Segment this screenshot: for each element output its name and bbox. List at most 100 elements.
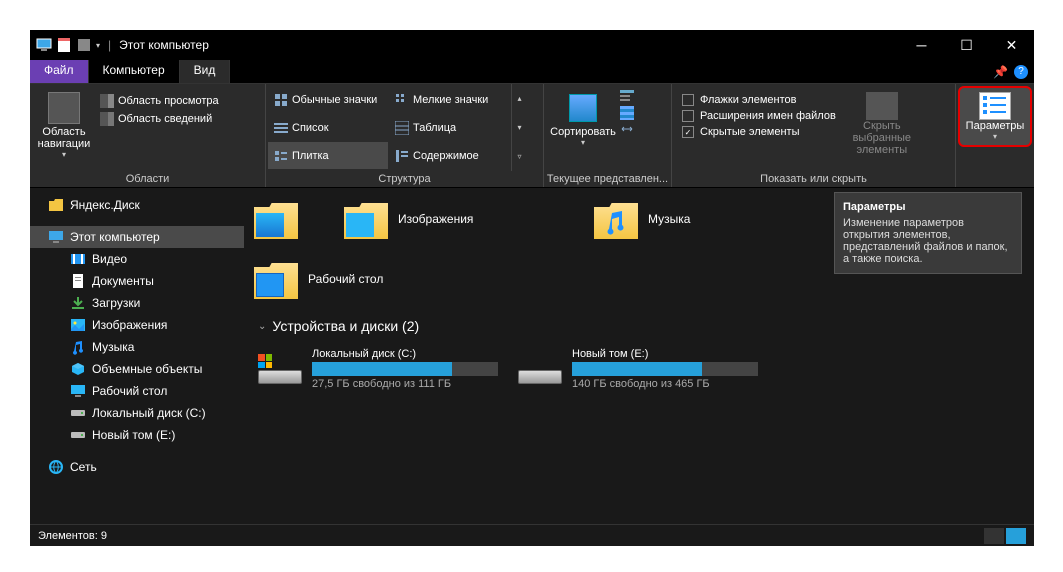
layout-tiles[interactable]: Плитка <box>268 142 388 169</box>
tab-computer[interactable]: Компьютер <box>89 60 180 83</box>
qat-dropdown[interactable]: ▾ <box>96 41 100 50</box>
status-item-count: Элементов: 9 <box>38 530 107 542</box>
tree-pictures[interactable]: Изображения <box>30 314 244 336</box>
chevron-down-icon: ▾ <box>581 138 585 147</box>
tooltip-title: Параметры <box>843 201 1013 213</box>
pictures-folder-icon <box>344 199 388 239</box>
tree-this-pc[interactable]: Этот компьютер <box>30 226 244 248</box>
tree-downloads[interactable]: Загрузки <box>30 292 244 314</box>
drive-name: Новый том (E:) <box>572 348 758 360</box>
pin-icon[interactable]: 📌 <box>993 65 1008 79</box>
chevron-down-icon: ▾ <box>993 132 997 141</box>
layout-more[interactable]: ▿ <box>512 142 527 171</box>
drive-name: Локальный диск (C:) <box>312 348 498 360</box>
group-by-button[interactable] <box>620 90 634 104</box>
layout-content[interactable]: Содержимое <box>389 142 509 169</box>
disk-icon <box>70 405 86 421</box>
explorer-window: ▾ | Этот компьютер ─ ☐ ✕ Файл Компьютер … <box>30 30 1034 546</box>
hidden-items-toggle[interactable]: ✓Скрытые элементы <box>682 126 836 138</box>
tiles-icon <box>274 149 288 163</box>
hide-selected-button[interactable]: Скрыть выбранные элементы <box>842 88 922 167</box>
folder-icon <box>254 199 298 239</box>
size-columns-button[interactable] <box>620 122 634 136</box>
add-columns-button[interactable] <box>620 106 634 120</box>
tree-local-disk-c[interactable]: Локальный диск (C:) <box>30 402 244 424</box>
music-icon <box>70 339 86 355</box>
chevron-down-icon: ▾ <box>62 150 66 159</box>
tab-view[interactable]: Вид <box>180 60 231 83</box>
body: Яндекс.Диск Этот компьютер Видео Докумен… <box>30 188 1034 524</box>
folder-tile-desktop[interactable]: Рабочий стол <box>254 254 484 304</box>
videos-icon <box>70 251 86 267</box>
sort-label: Сортировать <box>550 126 616 138</box>
close-button[interactable]: ✕ <box>989 30 1034 60</box>
tree-volume-e[interactable]: Новый том (E:) <box>30 424 244 446</box>
hide-icon <box>866 92 898 120</box>
preview-pane-label: Область просмотра <box>118 95 219 107</box>
options-button[interactable]: Параметры ▾ <box>958 86 1032 147</box>
sort-icon <box>569 94 597 122</box>
details-icon <box>395 121 409 135</box>
layout-regular-icons[interactable]: Обычные значки <box>268 86 388 113</box>
tree-music[interactable]: Музыка <box>30 336 244 358</box>
list-icon <box>274 121 288 135</box>
layout-table[interactable]: Таблица <box>389 114 509 141</box>
tiles-view-button[interactable] <box>1006 528 1026 544</box>
nav-pane-label: Область навигации <box>34 126 94 150</box>
nav-tree[interactable]: Яндекс.Диск Этот компьютер Видео Докумен… <box>30 188 244 524</box>
drive-tile-e[interactable]: Новый том (E:) 140 ГБ свободно из 465 ГБ <box>518 348 758 390</box>
small-icons-icon <box>395 93 409 107</box>
tree-3d-objects[interactable]: Объемные объекты <box>30 358 244 380</box>
item-checkboxes-toggle[interactable]: Флажки элементов <box>682 94 836 106</box>
tree-network[interactable]: Сеть <box>30 456 244 478</box>
separator: | <box>108 38 111 52</box>
network-icon <box>48 459 64 475</box>
this-pc-icon <box>36 37 52 53</box>
checkbox-icon <box>682 110 694 122</box>
checkbox-icon: ✓ <box>682 126 694 138</box>
folder-tile[interactable] <box>254 194 324 244</box>
groupby-icon <box>620 90 634 104</box>
tree-desktop[interactable]: Рабочий стол <box>30 380 244 402</box>
folder-tile-music[interactable]: Музыка <box>594 194 824 244</box>
minimize-button[interactable]: ─ <box>899 30 944 60</box>
windows-flag-icon <box>258 354 272 368</box>
qat-icon[interactable] <box>76 37 92 53</box>
ribbon-tabs: Файл Компьютер Вид 📌 ? <box>30 60 1034 84</box>
titlebar: ▾ | Этот компьютер ─ ☐ ✕ <box>30 30 1034 60</box>
help-icon[interactable]: ? <box>1014 65 1028 79</box>
desktop-folder-icon <box>254 259 298 299</box>
pictures-icon <box>70 317 86 333</box>
tree-yandex-disk[interactable]: Яндекс.Диск <box>30 194 244 216</box>
drive-tile-c[interactable]: Локальный диск (C:) 27,5 ГБ свободно из … <box>258 348 498 390</box>
view-switcher <box>984 528 1026 544</box>
layout-up[interactable]: ▴ <box>512 84 527 113</box>
window-controls: ─ ☐ ✕ <box>899 30 1034 60</box>
details-view-button[interactable] <box>984 528 1004 544</box>
maximize-button[interactable]: ☐ <box>944 30 989 60</box>
content-icon <box>395 149 409 163</box>
drive-usage-bar <box>572 362 758 376</box>
columns-icon <box>620 106 634 120</box>
layout-down[interactable]: ▾ <box>512 113 527 142</box>
options-tooltip: Параметры Изменение параметров открытия … <box>834 192 1022 274</box>
layout-list[interactable]: Список <box>268 114 388 141</box>
tab-file[interactable]: Файл <box>30 60 89 83</box>
folder-icon <box>48 197 64 213</box>
content-pane[interactable]: Изображения Музыка Об Рабочий стол ⌄ Уст… <box>244 188 1034 524</box>
tree-documents[interactable]: Документы <box>30 270 244 292</box>
properties-icon[interactable] <box>56 37 72 53</box>
sort-button[interactable]: Сортировать▾ <box>548 88 618 167</box>
preview-pane-toggle[interactable]: Область просмотра <box>100 94 219 108</box>
disk-icon <box>70 427 86 443</box>
music-folder-icon <box>594 199 638 239</box>
navigation-pane-button[interactable]: Область навигации ▾ <box>34 88 94 167</box>
file-ext-toggle[interactable]: Расширения имен файлов <box>682 110 836 122</box>
folder-tile-pictures[interactable]: Изображения <box>344 194 574 244</box>
details-pane-toggle[interactable]: Область сведений <box>100 112 219 126</box>
tree-videos[interactable]: Видео <box>30 248 244 270</box>
options-label: Параметры <box>966 120 1025 132</box>
nav-pane-icon <box>48 92 80 124</box>
layout-small-icons[interactable]: Мелкие значки <box>389 86 509 113</box>
devices-section-header[interactable]: ⌄ Устройства и диски (2) <box>244 310 1034 342</box>
